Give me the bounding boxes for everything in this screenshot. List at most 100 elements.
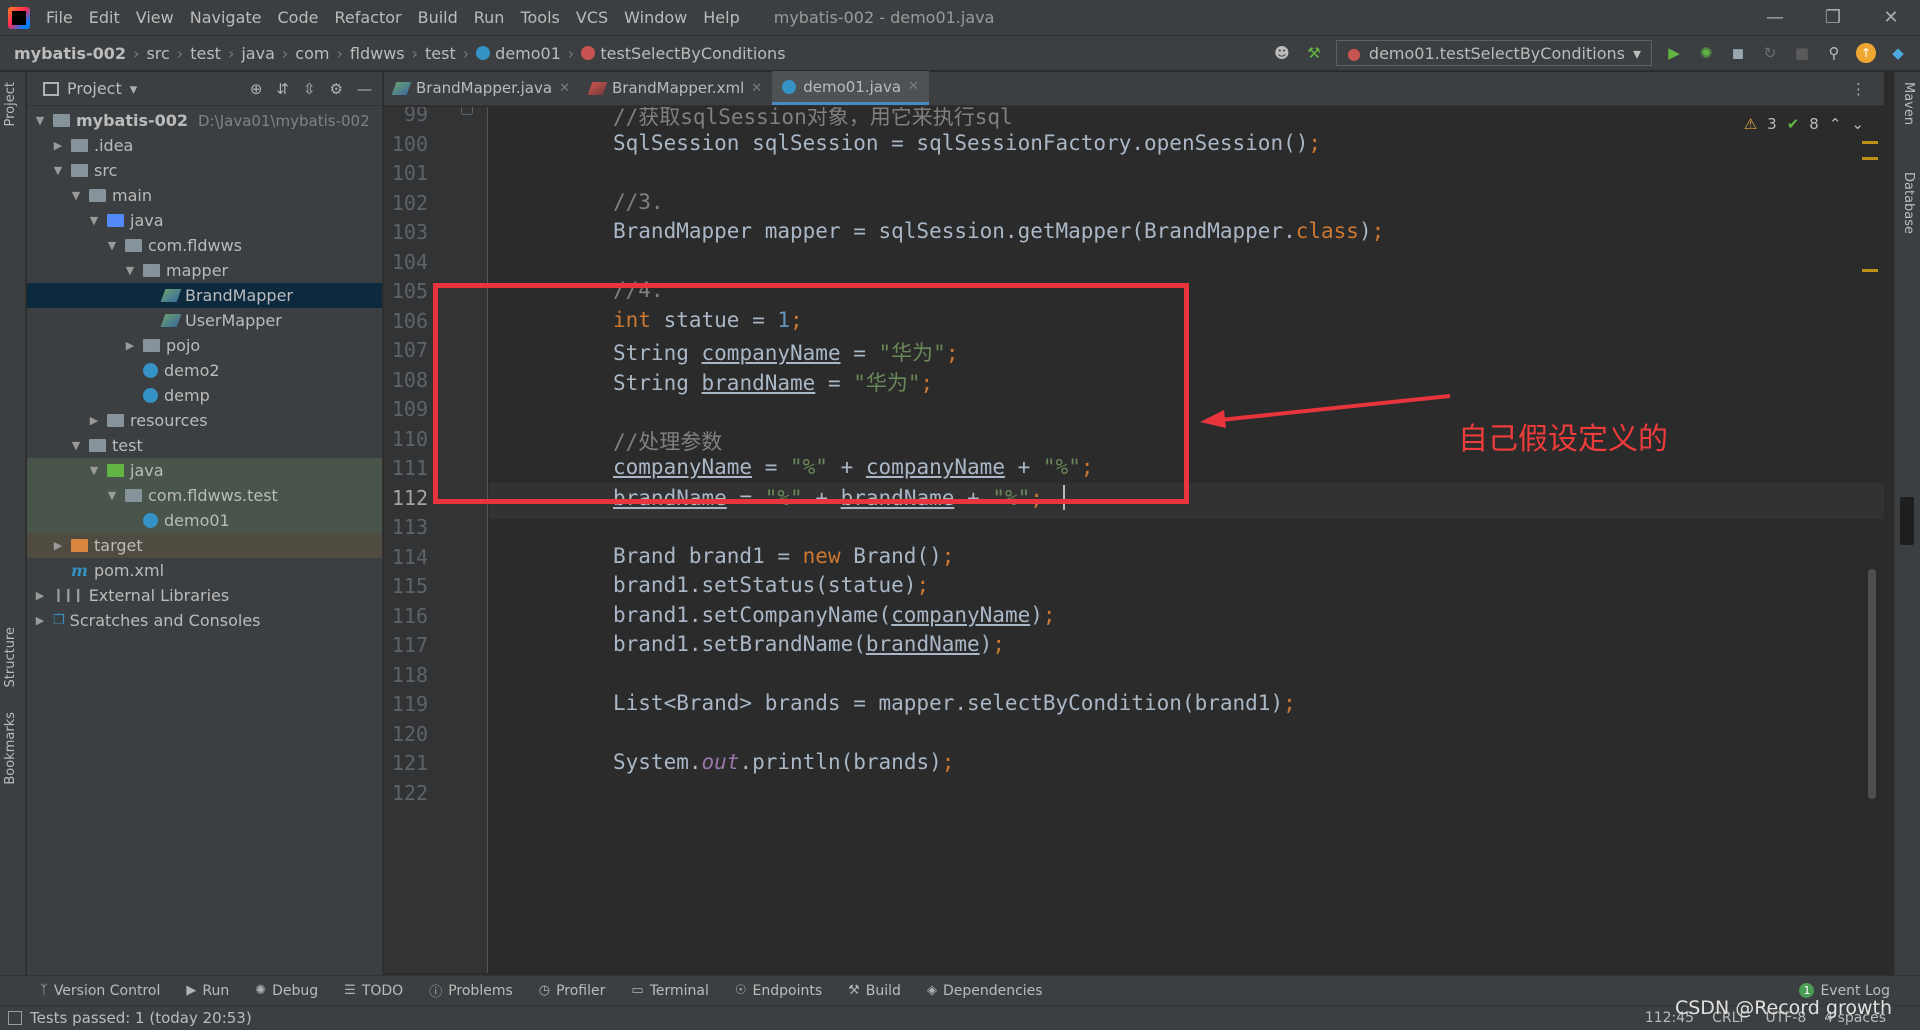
chevron-down-icon[interactable]: ▼ bbox=[51, 164, 65, 177]
profile-icon[interactable]: ↻ bbox=[1760, 43, 1780, 63]
chevron-right-icon[interactable]: ▶ bbox=[87, 414, 101, 427]
breadcrumb-test[interactable]: test bbox=[190, 44, 221, 63]
tree-row-usermapper[interactable]: UserMapper bbox=[27, 308, 382, 333]
menu-navigate[interactable]: Navigate bbox=[182, 8, 270, 27]
debug-icon[interactable]: ✺ bbox=[1696, 43, 1716, 63]
toolwindow-dependencies[interactable]: ◈ Dependencies bbox=[927, 983, 1043, 999]
coverage-icon[interactable]: ◼ bbox=[1728, 43, 1748, 63]
menu-file[interactable]: File bbox=[38, 8, 81, 27]
tree-row-brandmapper[interactable]: BrandMapper bbox=[27, 283, 382, 308]
toolwindow-todo[interactable]: ☰ TODO bbox=[344, 983, 403, 999]
chevron-right-icon[interactable]: ▶ bbox=[33, 614, 47, 627]
expand-all-icon[interactable]: ⇵ bbox=[276, 80, 289, 98]
gear-icon[interactable]: ⚙ bbox=[330, 80, 343, 98]
breadcrumb-test-pkg[interactable]: test bbox=[425, 44, 456, 63]
menu-refactor[interactable]: Refactor bbox=[326, 8, 409, 27]
tree-row-resources[interactable]: ▶ resources bbox=[27, 408, 382, 433]
menu-edit[interactable]: Edit bbox=[81, 8, 128, 27]
status-message[interactable]: Tests passed: 1 (today 20:53) bbox=[30, 1009, 252, 1027]
chevron-down-icon[interactable]: ▼ bbox=[69, 439, 83, 452]
toolwindow-problems[interactable]: ⓘ Problems bbox=[429, 981, 513, 1001]
tree-row-src[interactable]: ▼ src bbox=[27, 158, 382, 183]
close-icon[interactable]: ✕ bbox=[908, 79, 919, 94]
database-tool-button[interactable]: Database bbox=[1901, 172, 1916, 234]
close-icon[interactable]: ✕ bbox=[559, 81, 570, 96]
toolwindow-debug[interactable]: ✺ Debug bbox=[255, 983, 318, 999]
project-tool-button[interactable]: Project bbox=[3, 82, 18, 126]
tree-row-test[interactable]: ▼ test bbox=[27, 433, 382, 458]
vertical-scrollbar[interactable] bbox=[1868, 569, 1876, 799]
minimize-icon[interactable]: — bbox=[1746, 7, 1804, 28]
chevron-down-icon[interactable]: ▼ bbox=[33, 114, 47, 127]
menu-run[interactable]: Run bbox=[466, 8, 513, 27]
tab-demo01-java[interactable]: demo01.java ✕ bbox=[772, 71, 929, 105]
tree-row-target[interactable]: ▶ target bbox=[27, 533, 382, 558]
update-icon[interactable]: ↑ bbox=[1856, 43, 1876, 63]
tree-row-pojo[interactable]: ▶ pojo bbox=[27, 333, 382, 358]
code-area[interactable]: //获取sqlSession对象，用它来执行sql SqlSession sql… bbox=[489, 107, 1884, 973]
menu-window[interactable]: Window bbox=[616, 8, 695, 27]
close-icon[interactable]: ✕ bbox=[1862, 7, 1920, 28]
chevron-down-icon[interactable]: ▼ bbox=[87, 464, 101, 477]
tree-row-java-test[interactable]: ▼ java bbox=[27, 458, 382, 483]
user-icon[interactable]: ☻ bbox=[1272, 43, 1292, 63]
tree-row-demp[interactable]: demp bbox=[27, 383, 382, 408]
toolbox-icon[interactable]: ◆ bbox=[1888, 43, 1908, 63]
bookmarks-tool-button[interactable]: Bookmarks bbox=[3, 712, 18, 785]
chevron-down-icon[interactable]: ▼ bbox=[123, 264, 137, 277]
tree-row-com-fldwws-test[interactable]: ▼ com.fldwws.test bbox=[27, 483, 382, 508]
chevron-up-icon[interactable]: ⌃ bbox=[1829, 115, 1842, 133]
more-options-icon[interactable]: ⋮ bbox=[1851, 80, 1866, 98]
menu-help[interactable]: Help bbox=[695, 8, 747, 27]
hammer-build-icon[interactable]: ⚒ bbox=[1304, 43, 1324, 63]
inspection-widget[interactable]: ⚠ 3 ✔ 8 ⌃ ⌄ bbox=[1744, 115, 1864, 133]
chevron-down-icon[interactable]: ▼ bbox=[87, 214, 101, 227]
error-stripe-marker[interactable] bbox=[1862, 269, 1878, 272]
tab-brandmapper-java[interactable]: BrandMapper.java ✕ bbox=[384, 71, 580, 105]
tree-row-root[interactable]: ▼ mybatis-002 D:\Java01\mybatis-002 bbox=[27, 108, 382, 133]
toolwindow-build[interactable]: ⚒ Build bbox=[848, 983, 901, 999]
close-icon[interactable]: ✕ bbox=[751, 81, 762, 96]
breadcrumb-class[interactable]: demo01 bbox=[495, 44, 561, 63]
stop-icon[interactable]: ■ bbox=[1792, 43, 1812, 63]
menu-tools[interactable]: Tools bbox=[512, 8, 567, 27]
chevron-right-icon[interactable]: ▶ bbox=[51, 139, 65, 152]
tree-row-demo01[interactable]: demo01 bbox=[27, 508, 382, 533]
toolwindow-version-control[interactable]: ᛉ Version Control bbox=[40, 983, 160, 999]
tree-row-mapper[interactable]: ▼ mapper bbox=[27, 258, 382, 283]
toolwindow-run[interactable]: ▶ Run bbox=[186, 983, 229, 999]
run-icon[interactable]: ▶ bbox=[1664, 43, 1684, 63]
menu-view[interactable]: View bbox=[128, 8, 182, 27]
restore-icon[interactable]: ❐ bbox=[1804, 7, 1862, 28]
project-panel-title[interactable]: Project bbox=[67, 79, 122, 98]
tree-row-scratches[interactable]: ▶ ❐ Scratches and Consoles bbox=[27, 608, 382, 633]
breadcrumb-com[interactable]: com bbox=[295, 44, 329, 63]
tree-row-idea[interactable]: ▶ .idea bbox=[27, 133, 382, 158]
error-stripe-marker[interactable] bbox=[1862, 157, 1878, 160]
tree-row-pom[interactable]: m pom.xml bbox=[27, 558, 382, 583]
locate-icon[interactable]: ⊕ bbox=[250, 80, 263, 98]
tree-row-demo2[interactable]: demo2 bbox=[27, 358, 382, 383]
breadcrumb-src[interactable]: src bbox=[146, 44, 169, 63]
breadcrumb-fldwws[interactable]: fldwws bbox=[350, 44, 405, 63]
tree-row-com-fldwws[interactable]: ▼ com.fldwws bbox=[27, 233, 382, 258]
menu-build[interactable]: Build bbox=[410, 8, 466, 27]
toolwindow-profiler[interactable]: ◷ Profiler bbox=[539, 983, 606, 999]
error-stripe-marker[interactable] bbox=[1862, 141, 1878, 144]
toolwindow-endpoints[interactable]: ☉ Endpoints bbox=[735, 983, 822, 999]
chevron-right-icon[interactable]: ▶ bbox=[123, 339, 137, 352]
breadcrumb-method[interactable]: testSelectByConditions bbox=[600, 44, 785, 63]
toolwindow-terminal[interactable]: ▭ Terminal bbox=[631, 983, 708, 999]
structure-tool-button[interactable]: Structure bbox=[3, 627, 18, 687]
code-editor[interactable]: 99 100 101 102 103 104 105 106 107 108 1… bbox=[384, 107, 1884, 973]
tree-row-main[interactable]: ▼ main bbox=[27, 183, 382, 208]
tree-row-external-libraries[interactable]: ▶ ❙❙❙ External Libraries bbox=[27, 583, 382, 608]
notification-indicator-icon[interactable] bbox=[1900, 497, 1914, 545]
tab-brandmapper-xml[interactable]: BrandMapper.xml ✕ bbox=[580, 71, 772, 105]
collapse-all-icon[interactable]: ⇳ bbox=[303, 80, 316, 98]
run-config-select[interactable]: ● demo01.testSelectByConditions ▾ bbox=[1335, 40, 1652, 66]
chevron-right-icon[interactable]: ▶ bbox=[51, 539, 65, 552]
maven-tool-button[interactable]: Maven bbox=[1901, 82, 1916, 125]
search-icon[interactable]: ⚲ bbox=[1824, 43, 1844, 63]
menu-vcs[interactable]: VCS bbox=[568, 8, 616, 27]
